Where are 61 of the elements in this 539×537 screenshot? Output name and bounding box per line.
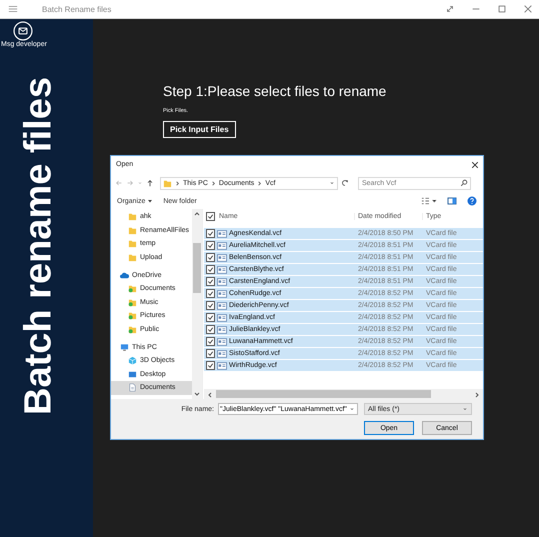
document-icon <box>128 383 137 392</box>
mail-icon[interactable] <box>13 21 33 41</box>
scroll-thumb[interactable] <box>193 243 201 293</box>
pick-files-button[interactable]: Pick Input Files <box>163 121 236 138</box>
checkbox[interactable] <box>206 253 214 262</box>
contact-card-icon <box>217 278 227 286</box>
checkbox[interactable] <box>206 301 214 310</box>
checkbox[interactable] <box>206 313 214 322</box>
synced-folder-icon <box>128 284 137 294</box>
contact-card-icon <box>217 338 227 346</box>
select-all-checkbox[interactable] <box>206 212 214 220</box>
desktop-icon <box>128 370 137 379</box>
checkbox[interactable] <box>206 289 214 298</box>
contact-card-icon <box>217 362 227 370</box>
contact-card-icon <box>217 242 227 250</box>
checkbox[interactable] <box>206 229 214 238</box>
contact-card-icon <box>217 230 227 238</box>
step-heading: Step 1:Please select files to rename <box>163 83 386 99</box>
scroll-right-icon[interactable] <box>474 392 480 398</box>
checkbox[interactable] <box>206 337 214 346</box>
contact-card-icon <box>217 326 227 334</box>
view-options-icon[interactable] <box>421 196 437 206</box>
contact-card-icon <box>217 266 227 274</box>
preview-pane-icon[interactable] <box>447 196 457 206</box>
cube-icon <box>128 356 137 366</box>
banner-title: Batch rename files <box>18 77 60 415</box>
search-icon <box>460 178 468 186</box>
scrollbar[interactable] <box>204 389 483 399</box>
contact-card-icon <box>217 350 227 358</box>
up-arrow-icon[interactable] <box>146 179 154 187</box>
close-icon[interactable] <box>471 160 479 168</box>
checkbox[interactable] <box>206 241 214 250</box>
cloud-icon <box>120 270 129 280</box>
chevron-right-icon <box>257 180 262 186</box>
scroll-down-icon[interactable] <box>194 391 200 397</box>
maximize-icon[interactable] <box>497 4 507 14</box>
help-icon[interactable] <box>467 196 477 206</box>
checkbox[interactable] <box>206 361 214 370</box>
checkbox[interactable] <box>206 265 214 274</box>
contact-card-icon <box>217 254 227 262</box>
scrollbar[interactable] <box>192 209 202 399</box>
checkbox[interactable] <box>206 349 214 358</box>
contact-card-icon <box>217 314 227 322</box>
window-title: Batch Rename files <box>42 4 112 14</box>
refresh-icon[interactable] <box>341 179 349 187</box>
folder-icon <box>163 178 172 188</box>
checkbox[interactable] <box>206 277 214 286</box>
contact-card-icon <box>217 302 227 310</box>
scroll-up-icon[interactable] <box>194 211 200 217</box>
caret-icon <box>147 198 154 204</box>
fullscreen-icon[interactable] <box>445 4 455 14</box>
checkbox[interactable] <box>206 325 214 334</box>
chevron-right-icon <box>175 180 180 186</box>
scroll-thumb[interactable] <box>216 390 431 398</box>
scroll-left-icon[interactable] <box>207 392 213 398</box>
monitor-icon <box>120 342 129 352</box>
chevron-right-icon <box>210 180 216 186</box>
contact-card-icon <box>217 290 227 298</box>
synced-folder-icon <box>128 311 137 320</box>
synced-folder-icon <box>128 325 137 334</box>
synced-folder-icon <box>128 298 137 307</box>
